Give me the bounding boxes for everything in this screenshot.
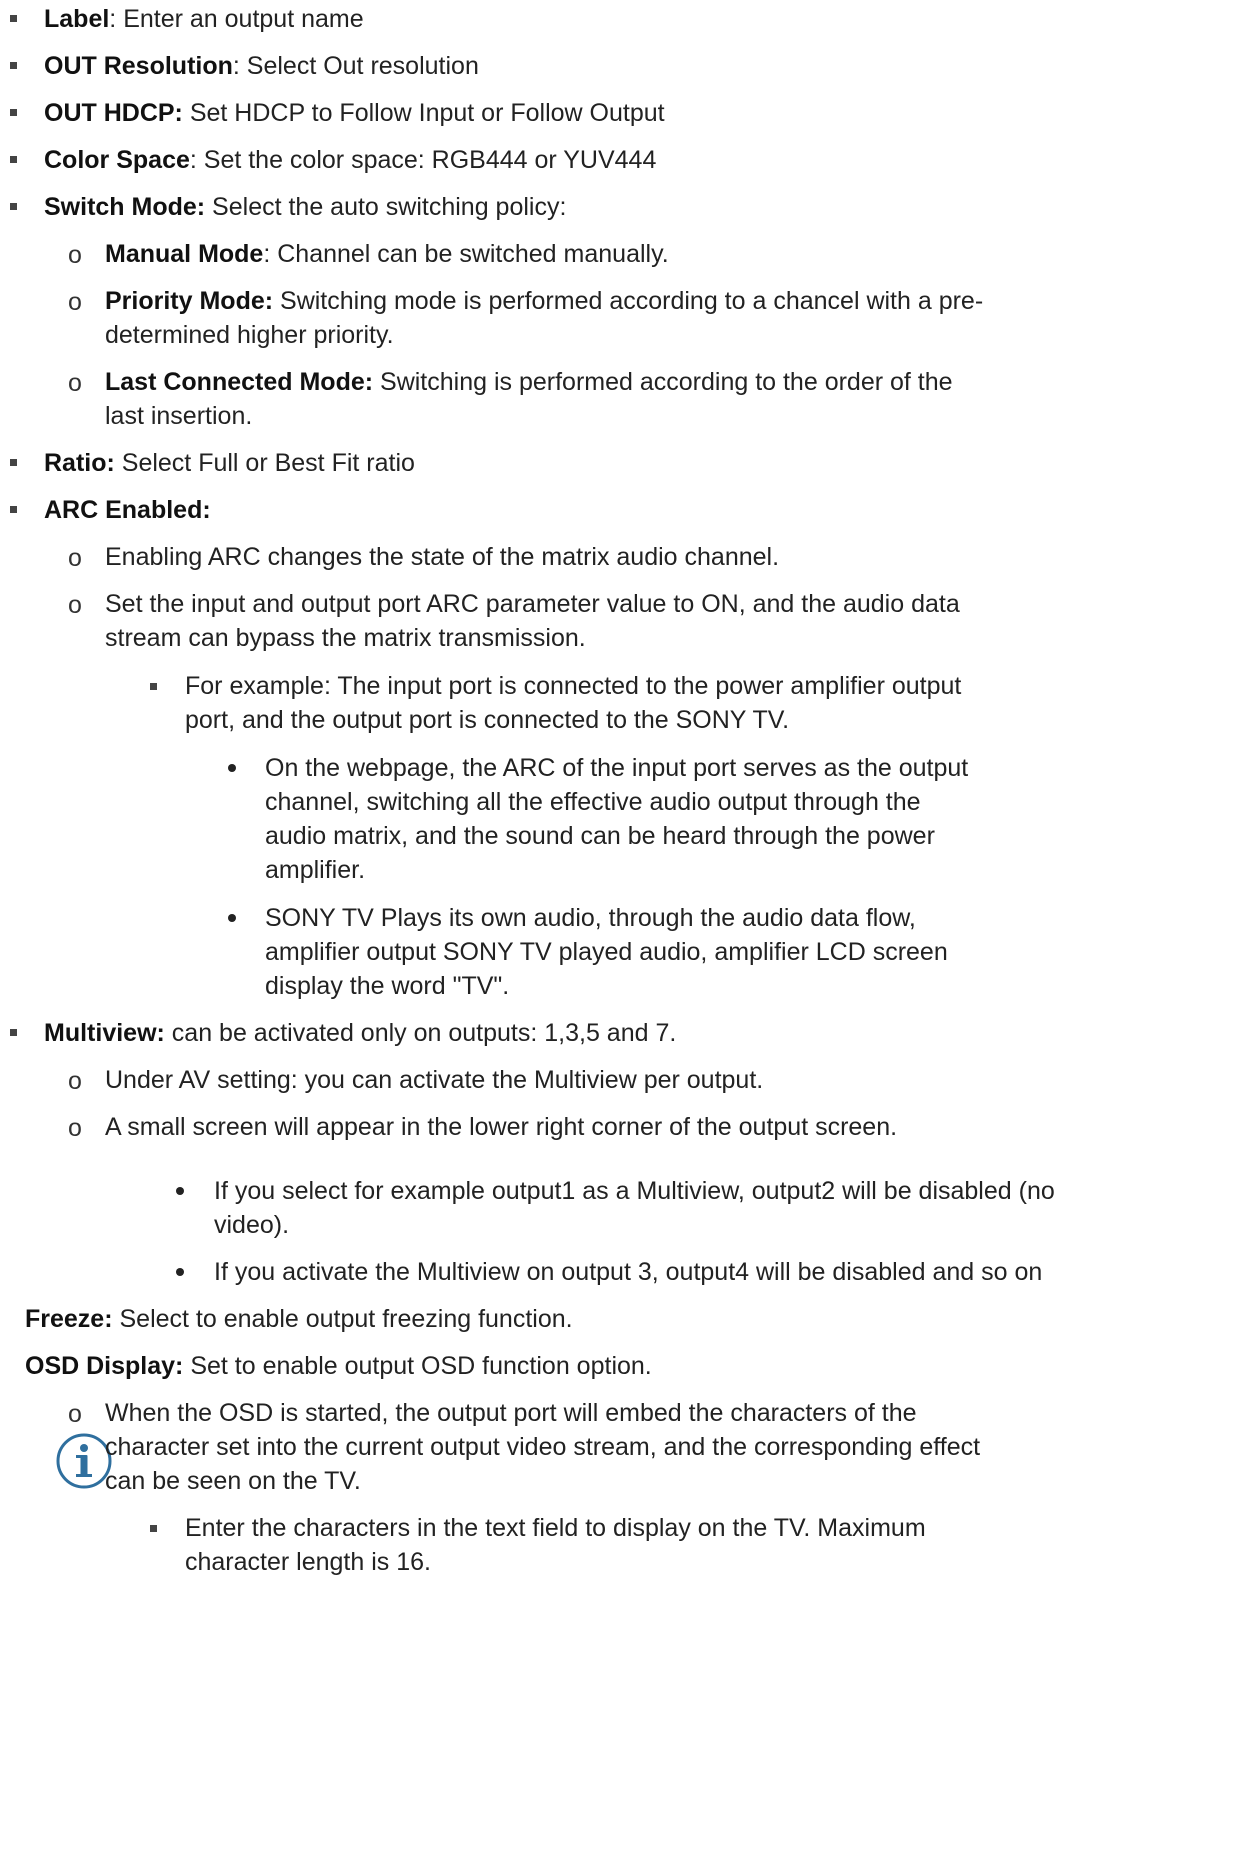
term: ARC Enabled:: [44, 496, 211, 524]
term: OSD Display:: [25, 1352, 184, 1380]
term: OUT Resolution: [44, 52, 233, 80]
term: Last Connected Mode:: [105, 368, 374, 396]
square-bullet: [10, 1029, 17, 1036]
term: Freeze:: [25, 1305, 113, 1333]
list-item-ratio: Ratio: Select Full or Best Fit ratio: [44, 449, 415, 477]
term: Label: [44, 5, 110, 33]
arc-detail-2: SONY TV Plays its own audio, through the…: [265, 904, 916, 932]
arc-detail-2-cont: amplifier output SONY TV played audio, a…: [265, 938, 948, 966]
round-bullet: [228, 764, 236, 772]
sub-item-multiview-1: Under AV setting: you can activate the M…: [105, 1066, 764, 1094]
note-multiview-1-cont: video).: [214, 1211, 290, 1239]
list-item-out-hdcp: OUT HDCP: Set HDCP to Follow Input or Fo…: [44, 99, 665, 127]
arc-detail-1: On the webpage, the ARC of the input por…: [265, 754, 969, 782]
arc-example: For example: The input port is connected…: [185, 672, 962, 700]
sub-item-priority-mode: Priority Mode: Switching mode is perform…: [105, 287, 984, 315]
open-bullet: o: [68, 1067, 82, 1095]
term: Switch Mode:: [44, 193, 206, 221]
sub-item-last-connected-mode-cont: last insertion.: [105, 402, 253, 430]
round-bullet: [228, 914, 236, 922]
term: Color Space: [44, 146, 190, 174]
square-bullet: [10, 156, 17, 163]
square-bullet: [10, 15, 17, 22]
list-item-color-space: Color Space: Set the color space: RGB444…: [44, 146, 657, 174]
arc-detail-2-cont: display the word "TV".: [265, 972, 510, 1000]
square-bullet: [10, 62, 17, 69]
term: OUT HDCP:: [44, 99, 183, 127]
osd-bullet-cont: character length is 16.: [185, 1548, 431, 1576]
square-bullet: [10, 459, 17, 466]
list-item-out-resolution: OUT Resolution: Select Out resolution: [44, 52, 479, 80]
term: Ratio:: [44, 449, 115, 477]
open-bullet: o: [68, 544, 82, 572]
open-bullet: o: [68, 591, 82, 619]
note-multiview-1: If you select for example output1 as a M…: [214, 1177, 1055, 1205]
term: Multiview:: [44, 1019, 165, 1047]
round-bullet: [176, 1187, 184, 1195]
round-bullet: [176, 1268, 184, 1276]
sub-item-osd-1-cont: character set into the current output vi…: [105, 1433, 981, 1461]
square-bullet: [10, 203, 17, 210]
sub-item-arc-2: Set the input and output port ARC parame…: [105, 590, 960, 618]
list-item-multiview: Multiview: can be activated only on outp…: [44, 1019, 677, 1047]
list-item-switch-mode: Switch Mode: Select the auto switching p…: [44, 193, 567, 221]
open-bullet: o: [68, 1400, 82, 1428]
sub-item-osd-1: When the OSD is started, the output port…: [105, 1399, 917, 1427]
sub-item-last-connected-mode: Last Connected Mode: Switching is perfor…: [105, 368, 953, 396]
sub-item-arc-2-cont: stream can bypass the matrix transmissio…: [105, 624, 586, 652]
osd-bullet: Enter the characters in the text field t…: [185, 1514, 926, 1542]
sub-item-manual-mode: Manual Mode: Channel can be switched man…: [105, 240, 669, 268]
square-bullet: [150, 683, 157, 690]
open-bullet: o: [68, 369, 82, 397]
arc-example-cont: port, and the output port is connected t…: [185, 706, 790, 734]
list-item-osd-display: OSD Display: Set to enable output OSD fu…: [25, 1352, 652, 1380]
term: Manual Mode: [105, 240, 264, 268]
open-bullet: o: [68, 288, 82, 316]
list-item-label: Label: Enter an output name: [44, 5, 364, 33]
square-bullet: [10, 109, 17, 116]
term: Priority Mode:: [105, 287, 274, 315]
square-bullet: [150, 1525, 157, 1532]
arc-detail-1-cont: channel, switching all the effective aud…: [265, 788, 921, 816]
sub-item-arc-1: Enabling ARC changes the state of the ma…: [105, 543, 780, 571]
note-multiview-2: If you activate the Multiview on output …: [214, 1258, 1043, 1286]
arc-detail-1-cont: audio matrix, and the sound can be heard…: [265, 822, 935, 850]
sub-item-priority-mode-cont: determined higher priority.: [105, 321, 394, 349]
open-bullet: o: [68, 1114, 82, 1142]
square-bullet: [10, 506, 17, 513]
sub-item-osd-1-cont: can be seen on the TV.: [105, 1467, 361, 1495]
list-item-arc-enabled: ARC Enabled:: [44, 493, 211, 527]
list-item-freeze: Freeze: Select to enable output freezing…: [25, 1305, 573, 1333]
arc-detail-1-cont: amplifier.: [265, 856, 366, 884]
sub-item-multiview-2: A small screen will appear in the lower …: [105, 1113, 898, 1141]
open-bullet: o: [68, 241, 82, 269]
